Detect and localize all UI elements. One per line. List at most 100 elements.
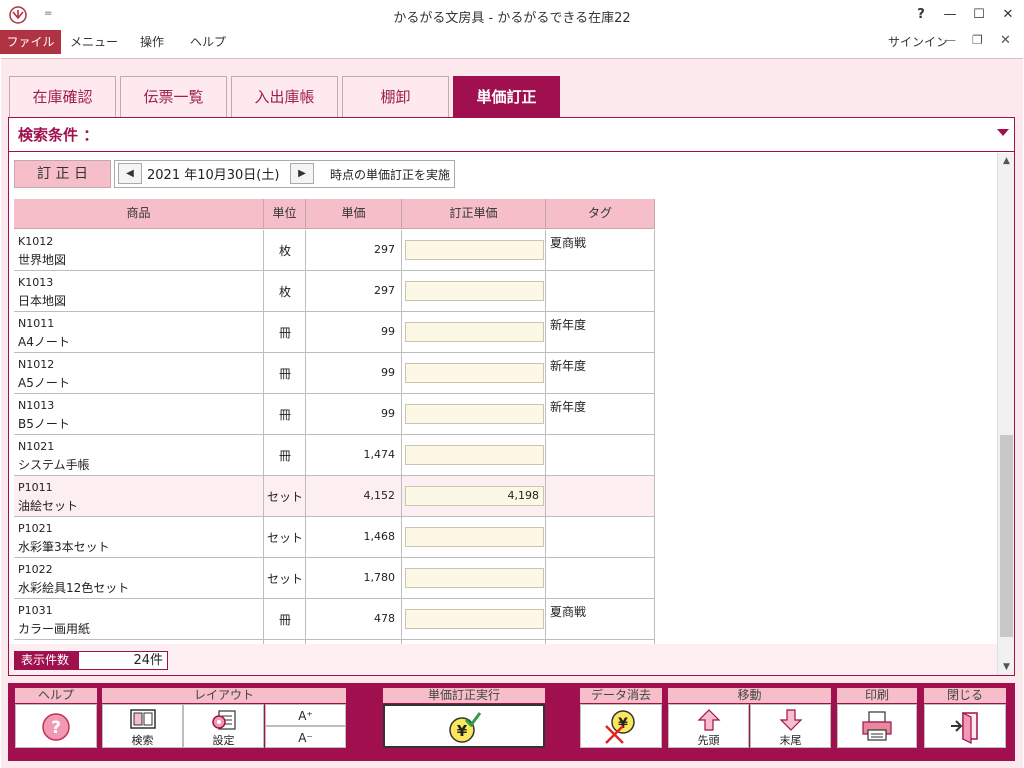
ribbon-minimize-icon[interactable]: — (944, 33, 956, 47)
menu-file[interactable]: ファイル (0, 30, 61, 54)
new-price-input[interactable] (405, 568, 544, 588)
table-row[interactable]: P1022 水彩絵具12色セット セット 1,780 (14, 558, 655, 599)
menu-operation[interactable]: 操作 (132, 30, 172, 54)
table-row[interactable]: P1031 カラー画用紙 冊 478 夏商戦 (14, 599, 655, 640)
svg-text:?: ? (51, 718, 61, 738)
table-row[interactable]: P1021 水彩筆3本セット セット 1,468 (14, 517, 655, 558)
yen-delete-icon: ¥ (605, 710, 635, 744)
ribbon-restore-icon[interactable]: ❐ (972, 33, 983, 47)
cell-tag (546, 517, 655, 557)
print-button[interactable] (837, 704, 917, 748)
new-price-input[interactable] (405, 609, 544, 629)
close-window-button[interactable]: ✕ (997, 5, 1019, 25)
unit-value: セット (266, 572, 303, 586)
tab-inout-ledger[interactable]: 入出庫帳 (231, 76, 338, 117)
table-row[interactable]: N1021 システム手帳 冊 1,474 (14, 435, 655, 476)
unit-value: 冊 (278, 326, 291, 340)
help-icon[interactable]: ? (910, 5, 932, 25)
expand-chevron-down-icon[interactable] (997, 129, 1009, 136)
cell-tag: 新年度 (546, 312, 655, 352)
new-price-input[interactable] (405, 322, 544, 342)
menu-help[interactable]: ヘルプ (184, 30, 232, 54)
table-row[interactable]: P1011 油絵セット セット 4,152 4,198 (14, 476, 655, 517)
column-header-product: 商品 (14, 199, 264, 229)
price-value: 297 (374, 243, 395, 256)
ribbon-close-icon[interactable]: ✕ (1000, 33, 1011, 48)
scroll-thumb[interactable] (1000, 435, 1013, 637)
tag-value: 新年度 (550, 400, 587, 414)
new-price-input[interactable]: 4,198 (405, 486, 544, 506)
cell-tag: 夏商戦 (546, 599, 655, 639)
vertical-scrollbar[interactable]: ▲ ▼ (997, 153, 1014, 675)
cell-product: N1013 B5ノート (14, 394, 264, 434)
cell-new-price (402, 230, 546, 270)
correction-date-suffix: 時点の単価訂正を実施 (330, 168, 451, 182)
yen-check-icon: ¥ (449, 712, 482, 743)
table-row[interactable]: N1013 B5ノート 冊 99 新年度 (14, 394, 655, 435)
tab-stock-check[interactable]: 在庫確認 (9, 76, 116, 117)
printer-icon (862, 711, 892, 741)
maximize-button[interactable]: ☐ (968, 5, 990, 25)
layout-search-button[interactable]: 検索 (102, 704, 183, 748)
window-title: かるがる文房具 - かるがるできる在庫22 (393, 11, 631, 26)
font-decrease-button[interactable]: A⁻ (265, 726, 346, 748)
cell-product: P1021 水彩筆3本セット (14, 517, 264, 557)
cell-new-price (402, 558, 546, 598)
move-first-label: 先頭 (697, 734, 720, 747)
table-row[interactable]: K1013 日本地図 枚 297 (14, 271, 655, 312)
product-name: 油絵セット (18, 499, 79, 513)
close-form-button[interactable] (924, 704, 1006, 748)
cell-price: 4,152 (306, 476, 402, 516)
record-count-label: 表示件数 (14, 651, 78, 670)
product-name: システム手帳 (18, 458, 90, 472)
help-button[interactable]: ? (15, 704, 97, 748)
menu-bar: ファイル メニュー 操作 ヘルプ サインイン — ❐ ✕ (0, 30, 1024, 54)
svg-text:¥: ¥ (457, 722, 468, 740)
cell-price: 99 (306, 312, 402, 352)
price-value: 297 (374, 284, 395, 297)
correction-date-value[interactable]: 2021 年10月30日(土) (147, 164, 279, 183)
tab-inventory[interactable]: 棚卸 (342, 76, 449, 117)
cell-new-price (402, 394, 546, 434)
cell-tag (546, 476, 655, 516)
table-row[interactable]: N1011 A4ノート 冊 99 新年度 (14, 312, 655, 353)
group-label-clear: データ消去 (580, 688, 662, 703)
menu-menu[interactable]: メニュー (68, 30, 120, 54)
tab-unit-price-correction[interactable]: 単価訂正 (453, 76, 560, 117)
new-price-input[interactable] (405, 240, 544, 260)
new-price-input[interactable] (405, 363, 544, 383)
new-price-input[interactable] (405, 404, 544, 424)
move-last-label: 末尾 (779, 734, 802, 747)
table-row[interactable]: K1012 世界地図 枚 297 夏商戦 (14, 230, 655, 271)
font-increase-button[interactable]: A⁺ (265, 704, 346, 726)
sign-in-link[interactable]: サインイン (888, 33, 948, 50)
question-icon: ? (42, 713, 70, 741)
table-row[interactable]: N1012 A5ノート 冊 99 新年度 (14, 353, 655, 394)
scroll-up-icon[interactable]: ▲ (998, 153, 1015, 169)
scroll-down-icon[interactable]: ▼ (998, 659, 1015, 675)
price-value: 4,152 (363, 489, 396, 502)
move-first-button[interactable]: 先頭 (668, 704, 749, 748)
price-value: 478 (374, 612, 395, 625)
minimize-button[interactable]: — (939, 5, 961, 25)
cell-unit: 冊 (264, 312, 306, 352)
cell-tag (546, 435, 655, 475)
new-price-input[interactable] (405, 281, 544, 301)
cell-unit: 冊 (264, 435, 306, 475)
date-prev-button[interactable]: ◀ (118, 163, 142, 184)
cell-product: P1022 水彩絵具12色セット (14, 558, 264, 598)
unit-value: 冊 (278, 449, 291, 463)
date-next-button[interactable]: ▶ (290, 163, 314, 184)
unit-value: 枚 (278, 244, 291, 258)
new-price-input[interactable] (405, 445, 544, 465)
layout-settings-button[interactable]: 設定 (183, 704, 264, 748)
move-last-button[interactable]: 末尾 (750, 704, 831, 748)
clear-data-button[interactable]: ¥ (580, 704, 662, 748)
search-conditions-header[interactable]: 検索条件 ： (8, 117, 1015, 152)
product-code: P1022 (18, 563, 53, 576)
new-price-input[interactable] (405, 527, 544, 547)
execute-price-correction-button[interactable]: ¥ (383, 704, 545, 748)
tab-slip-list[interactable]: 伝票一覧 (120, 76, 227, 117)
cell-price: 478 (306, 599, 402, 639)
cell-new-price (402, 435, 546, 475)
